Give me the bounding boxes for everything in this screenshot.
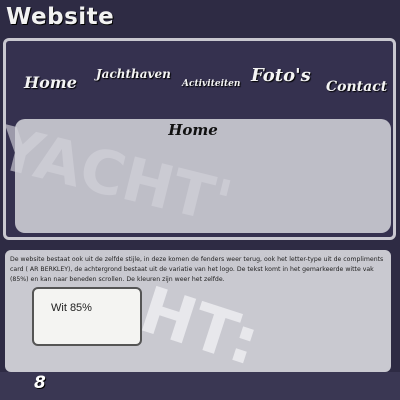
content-panel: Home — [15, 119, 391, 233]
page-title: Website — [6, 4, 115, 30]
content-title: Home — [168, 121, 218, 139]
description-text: De website bestaat ook uit de zelfde sti… — [10, 256, 384, 283]
nav-jachthaven[interactable]: Jachthaven — [96, 67, 171, 81]
page-footer-band — [0, 372, 400, 400]
nav-fotos[interactable]: Foto's — [251, 65, 311, 86]
website-mockup: YACHT' Home Jachthaven Activiteiten Foto… — [3, 38, 396, 240]
page-number: 8 — [34, 373, 46, 393]
nav-home[interactable]: Home — [24, 73, 77, 92]
nav-activiteiten[interactable]: Activiteiten — [182, 79, 240, 89]
nav-contact[interactable]: Contact — [326, 79, 387, 95]
color-swatch-white: Wit 85% — [32, 287, 142, 346]
